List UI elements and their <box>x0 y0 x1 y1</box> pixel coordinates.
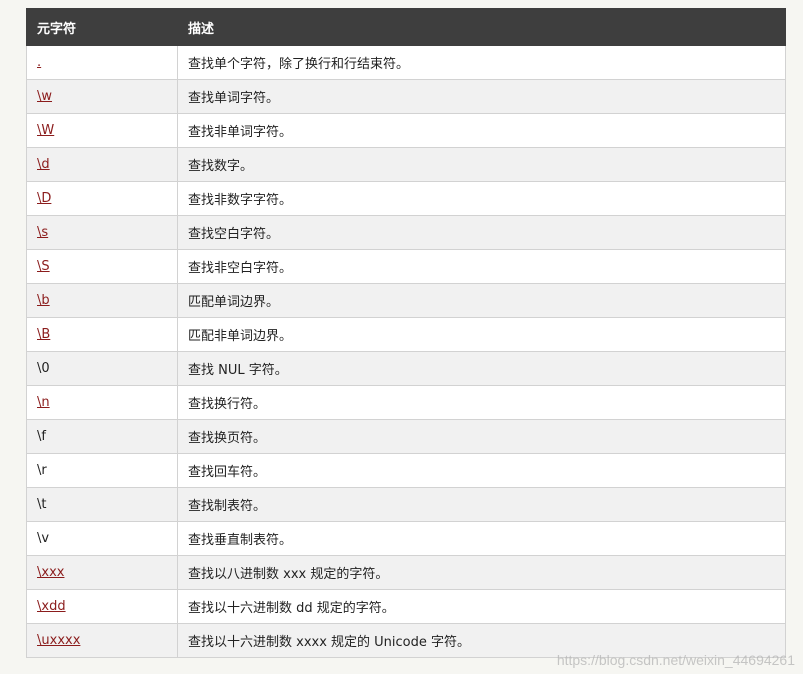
metacharacter-cell: \D <box>26 181 178 216</box>
metacharacter-link[interactable]: \b <box>37 293 50 308</box>
metacharacter-link[interactable]: \d <box>37 157 50 172</box>
table-row: \B 匹配非单词边界。 <box>26 317 786 352</box>
header-description: 描述 <box>177 8 786 46</box>
table-row: \W 查找非单词字符。 <box>26 113 786 148</box>
metacharacter-cell: \uxxxx <box>26 623 178 658</box>
description-cell: 匹配非单词边界。 <box>177 317 786 352</box>
description-cell: 查找以八进制数 xxx 规定的字符。 <box>177 555 786 590</box>
metacharacter-text: \0 <box>37 361 50 376</box>
description-cell: 查找单个字符，除了换行和行结束符。 <box>177 45 786 80</box>
metacharacter-cell: \b <box>26 283 178 318</box>
metacharacter-cell: \xxx <box>26 555 178 590</box>
table-row: \xdd 查找以十六进制数 dd 规定的字符。 <box>26 589 786 624</box>
table-row: \w 查找单词字符。 <box>26 79 786 114</box>
metacharacter-link[interactable]: \xxx <box>37 565 64 580</box>
metacharacter-link[interactable]: \S <box>37 259 50 274</box>
table-header-row: 元字符 描述 <box>26 8 786 46</box>
metacharacter-cell: \d <box>26 147 178 182</box>
description-cell: 查找制表符。 <box>177 487 786 522</box>
metacharacter-link[interactable]: \w <box>37 89 52 104</box>
metacharacter-cell: \w <box>26 79 178 114</box>
table-row: \t 查找制表符。 <box>26 487 786 522</box>
table-row: \f 查找换页符。 <box>26 419 786 454</box>
description-cell: 匹配单词边界。 <box>177 283 786 318</box>
description-cell: 查找非数字字符。 <box>177 181 786 216</box>
description-cell: 查找非单词字符。 <box>177 113 786 148</box>
metacharacter-cell: \s <box>26 215 178 250</box>
metacharacter-link[interactable]: . <box>37 55 41 70</box>
description-cell: 查找换行符。 <box>177 385 786 420</box>
metacharacter-link[interactable]: \D <box>37 191 51 206</box>
metacharacter-link[interactable]: \n <box>37 395 50 410</box>
description-cell: 查找垂直制表符。 <box>177 521 786 556</box>
table-row: \v 查找垂直制表符。 <box>26 521 786 556</box>
table-row: \n 查找换行符。 <box>26 385 786 420</box>
table-row: \xxx 查找以八进制数 xxx 规定的字符。 <box>26 555 786 590</box>
metacharacter-link[interactable]: \uxxxx <box>37 633 80 648</box>
metacharacter-cell: \S <box>26 249 178 284</box>
metacharacter-cell: \0 <box>26 351 178 386</box>
metacharacter-text: \v <box>37 531 50 546</box>
description-cell: 查找空白字符。 <box>177 215 786 250</box>
watermark: https://blog.csdn.net/weixin_44694261 <box>556 652 795 668</box>
metacharacter-link[interactable]: \s <box>37 225 48 240</box>
description-cell: 查找非空白字符。 <box>177 249 786 284</box>
description-cell: 查找以十六进制数 dd 规定的字符。 <box>177 589 786 624</box>
table-row: \d 查找数字。 <box>26 147 786 182</box>
metacharacter-cell: . <box>26 45 178 80</box>
description-cell: 查找换页符。 <box>177 419 786 454</box>
metacharacter-cell: \W <box>26 113 178 148</box>
metacharacter-cell: \f <box>26 419 178 454</box>
metacharacter-cell: \r <box>26 453 178 488</box>
table-row: \S 查找非空白字符。 <box>26 249 786 284</box>
metacharacter-text: \r <box>37 463 47 478</box>
table-row: \D 查找非数字字符。 <box>26 181 786 216</box>
table-row: \b 匹配单词边界。 <box>26 283 786 318</box>
metacharacter-table: 元字符 描述 . 查找单个字符，除了换行和行结束符。 \w 查找单词字符。 \W 查找非单… <box>26 8 786 658</box>
metacharacter-cell: \xdd <box>26 589 178 624</box>
metacharacter-link[interactable]: \xdd <box>37 599 66 614</box>
table-row: \0 查找 NUL 字符。 <box>26 351 786 386</box>
metacharacter-link[interactable]: \W <box>37 123 54 138</box>
description-cell: 查找数字。 <box>177 147 786 182</box>
table-row: \s 查找空白字符。 <box>26 215 786 250</box>
description-cell: 查找 NUL 字符。 <box>177 351 786 386</box>
description-cell: 查找单词字符。 <box>177 79 786 114</box>
metacharacter-table-container: 元字符 描述 . 查找单个字符，除了换行和行结束符。 \w 查找单词字符。 \W 查找非单… <box>26 8 786 658</box>
table-row: \r 查找回车符。 <box>26 453 786 488</box>
description-cell: 查找回车符。 <box>177 453 786 488</box>
metacharacter-text: \f <box>37 429 46 444</box>
header-metacharacter: 元字符 <box>26 8 178 46</box>
metacharacter-cell: \B <box>26 317 178 352</box>
metacharacter-cell: \t <box>26 487 178 522</box>
table-row: . 查找单个字符，除了换行和行结束符。 <box>26 45 786 80</box>
metacharacter-cell: \n <box>26 385 178 420</box>
metacharacter-cell: \v <box>26 521 178 556</box>
metacharacter-link[interactable]: \B <box>37 327 50 342</box>
table-body: . 查找单个字符，除了换行和行结束符。 \w 查找单词字符。 \W 查找非单词字符。 \d 查… <box>26 45 786 658</box>
metacharacter-text: \t <box>37 497 47 512</box>
